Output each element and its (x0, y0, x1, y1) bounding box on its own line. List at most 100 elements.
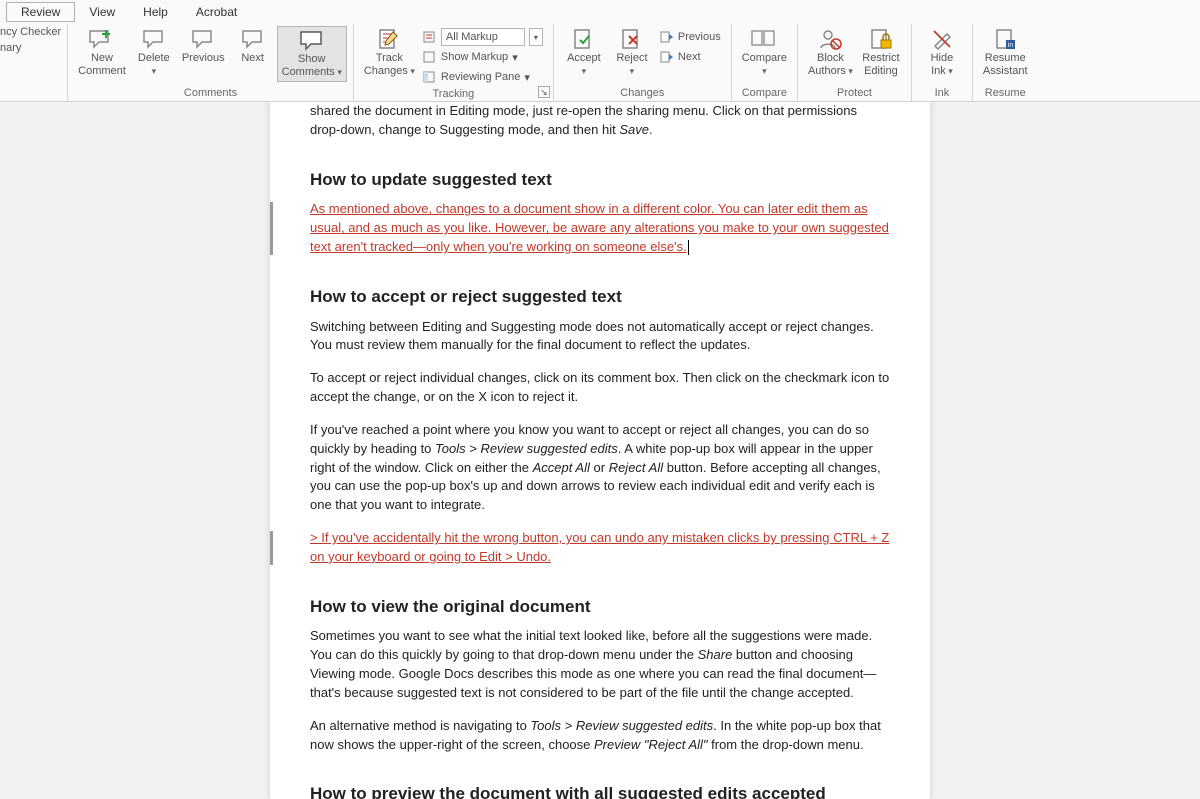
paragraph: shared the document in Editing mode, jus… (310, 102, 890, 140)
ribbon-group-compare: Compare ▾ Compare (732, 24, 798, 101)
track-changes-button[interactable]: Track Changes ▾ (360, 26, 419, 80)
new-comment-icon (88, 28, 116, 50)
label: Next (678, 51, 701, 63)
combo-value: All Markup (446, 31, 498, 43)
block-authors-button[interactable]: Block Authors ▾ (804, 26, 857, 80)
previous-comment-button[interactable]: Previous (178, 26, 229, 67)
label: Editing (864, 65, 898, 78)
label: Restrict (862, 52, 899, 65)
group-label-protect: Protect (804, 87, 905, 101)
paragraph: Sometimes you want to see what the initi… (310, 627, 890, 702)
show-comments-button[interactable]: Show Comments ▾ (277, 26, 347, 82)
ribbon-group-resume: in Resume Assistant Resume (973, 24, 1038, 101)
group-label-compare: Compare (738, 87, 791, 101)
delete-comment-button[interactable]: Delete ▾ (130, 26, 178, 79)
track-changes-icon (375, 28, 403, 50)
ribbon-group-tracking: Track Changes ▾ All Markup ▾ (354, 24, 554, 101)
menu-help[interactable]: Help (129, 3, 182, 21)
paragraph: Switching between Editing and Suggesting… (310, 318, 890, 356)
restrict-editing-button[interactable]: Restrict Editing (857, 26, 905, 80)
label: Comments (282, 66, 335, 78)
reject-icon (618, 28, 646, 50)
chevron-down-icon: ▾ (408, 66, 415, 76)
label: Resume (985, 52, 1026, 65)
accept-button[interactable]: Accept ▾ (560, 26, 608, 79)
paragraph: If you've reached a point where you know… (310, 421, 890, 515)
chevron-down-icon: ▾ (946, 66, 953, 76)
ribbon-group-ink: Hide Ink ▾ Ink (912, 24, 973, 101)
paragraph: An alternative method is navigating to T… (310, 717, 890, 755)
tracking-dialog-launcher[interactable]: ↘ (538, 86, 550, 98)
chevron-down-icon: ▾ (335, 67, 342, 77)
delete-comment-icon (140, 28, 168, 50)
heading-preview-accepted: How to preview the document with all sug… (310, 782, 890, 799)
hide-ink-button[interactable]: Hide Ink ▾ (918, 26, 966, 80)
text-italic: Reject All (609, 460, 663, 475)
compare-button[interactable]: Compare ▾ (738, 26, 791, 79)
group-label-ink: Ink (918, 87, 966, 101)
label: Previous (182, 52, 225, 65)
paragraph-tracked: > If you've accidentally hit the wrong b… (310, 529, 890, 567)
text-italic: Tools > Review suggested edits (530, 718, 713, 733)
group-label-changes: Changes (560, 87, 725, 101)
label: Track (376, 52, 403, 65)
ribbon-group-accessibility: ncy Checker nary (0, 24, 68, 101)
accessibility-checker-partial[interactable]: ncy Checker (0, 26, 61, 38)
resume-assistant-icon: in (991, 28, 1019, 50)
ribbon-group-comments: New Comment Delete ▾ Previous N (68, 24, 354, 101)
label: Hide (931, 52, 954, 65)
previous-comment-icon (189, 28, 217, 50)
label: Block (817, 52, 844, 65)
text-italic: Tools > Review suggested edits (435, 441, 618, 456)
resume-assistant-button[interactable]: in Resume Assistant (979, 26, 1032, 80)
new-comment-button[interactable]: New Comment (74, 26, 130, 80)
svg-text:in: in (1008, 42, 1014, 49)
menu-review[interactable]: Review (6, 2, 75, 22)
text-italic: Share (698, 647, 733, 662)
label: Accept (567, 52, 601, 65)
reviewing-pane-button[interactable]: Reviewing Pane ▾ (423, 68, 543, 86)
tracked-text: As mentioned above, changes to a documen… (310, 201, 889, 254)
chevron-down-icon: ▾ (524, 71, 530, 84)
chevron-down-icon: ▾ (152, 66, 157, 77)
text-italic: Accept All (533, 460, 590, 475)
text: or (590, 460, 609, 475)
group-label-comments: Comments (74, 87, 347, 101)
previous-change-button[interactable]: Previous (660, 28, 721, 46)
markup-display-row: All Markup ▾ (423, 28, 543, 46)
text-italic: Save (619, 122, 649, 137)
chevron-down-icon: ▾ (630, 66, 635, 77)
display-for-review-combo[interactable]: All Markup (441, 28, 525, 46)
tracked-text: > If you've accidentally hit the wrong b… (310, 530, 889, 564)
label: Delete (138, 52, 170, 65)
show-markup-button[interactable]: Show Markup ▾ (423, 48, 543, 66)
label: Assistant (983, 65, 1028, 78)
document-page[interactable]: shared the document in Editing mode, jus… (270, 102, 930, 799)
reject-button[interactable]: Reject ▾ (608, 26, 656, 79)
block-authors-icon (816, 28, 844, 50)
hide-ink-icon (928, 28, 956, 50)
group-label-tracking: Tracking (360, 88, 547, 102)
chevron-down-icon: ▾ (582, 66, 587, 77)
menu-acrobat[interactable]: Acrobat (182, 3, 251, 21)
text-cursor (688, 240, 689, 255)
group-label-resume: Resume (979, 87, 1032, 101)
text: An alternative method is navigating to (310, 718, 530, 733)
document-area[interactable]: shared the document in Editing mode, jus… (0, 102, 1200, 799)
label: Next (241, 52, 264, 65)
ribbon-group-protect: Block Authors ▾ Restrict Editing Protect (798, 24, 912, 101)
paragraph: To accept or reject individual changes, … (310, 369, 890, 407)
label: Show Markup (441, 51, 508, 63)
restrict-editing-icon (867, 28, 895, 50)
label: Compare (742, 52, 787, 65)
menu-view[interactable]: View (75, 3, 129, 21)
chevron-down-icon: ▾ (846, 66, 853, 76)
paragraph-tracked: As mentioned above, changes to a documen… (310, 200, 890, 257)
combo-dropdown[interactable]: ▾ (529, 28, 543, 46)
thesaurus-partial[interactable]: nary (0, 42, 21, 54)
label: Reviewing Pane (441, 71, 521, 83)
next-change-button[interactable]: Next (660, 48, 721, 66)
next-comment-button[interactable]: Next (229, 26, 277, 67)
text: from the drop-down menu. (708, 737, 864, 752)
reviewing-pane-icon (423, 70, 437, 84)
